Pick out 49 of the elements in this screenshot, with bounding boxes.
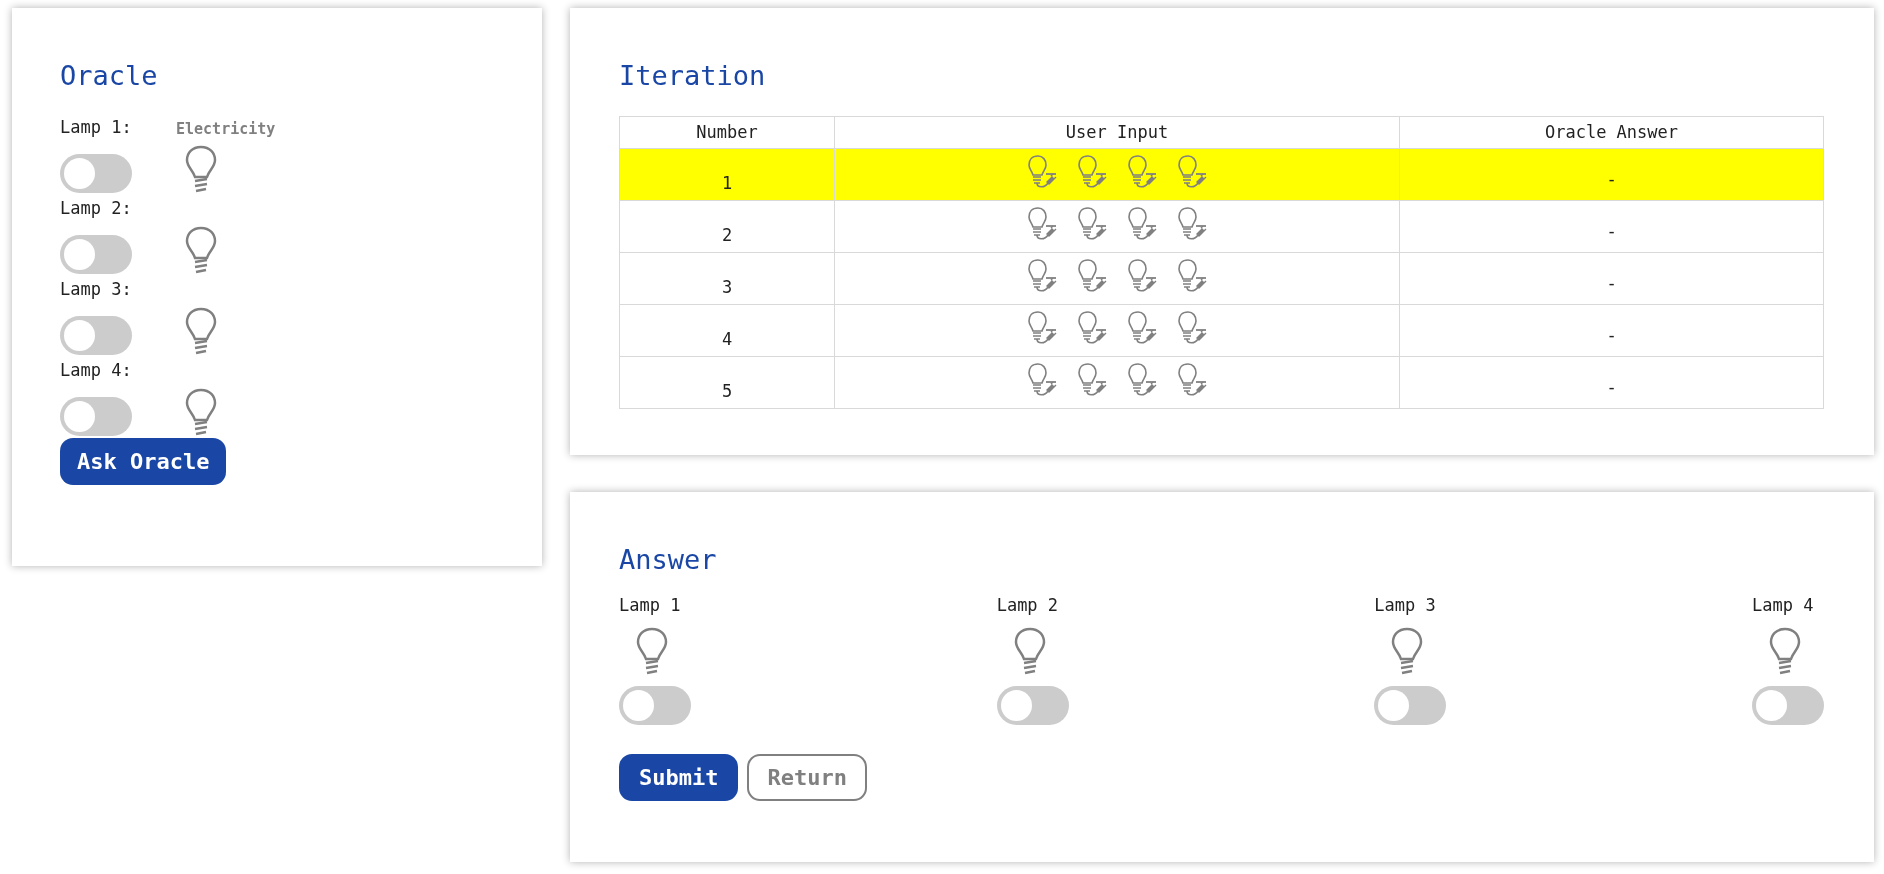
table-cell: - bbox=[1399, 356, 1824, 409]
table-row[interactable]: 3 - bbox=[619, 252, 1824, 305]
submit-button[interactable]: Submit bbox=[619, 754, 739, 801]
toggle-switch[interactable] bbox=[1751, 686, 1824, 725]
light-bulb-icon bbox=[184, 306, 218, 356]
table-cell: 2 bbox=[619, 200, 835, 253]
card-title: Answer bbox=[619, 543, 718, 577]
lamp-label: Lamp 2: bbox=[60, 196, 133, 220]
table-cell: 3 bbox=[619, 252, 835, 305]
lamp-label: Lamp 3: bbox=[60, 277, 133, 301]
toggle-switch[interactable] bbox=[60, 154, 132, 193]
light-bulb-icon bbox=[1767, 626, 1802, 676]
card-title: Iteration bbox=[619, 59, 767, 93]
light-bulb-icon bbox=[1012, 626, 1047, 676]
table-row[interactable]: 5 - bbox=[619, 356, 1824, 409]
table-row[interactable]: 4 - bbox=[619, 304, 1824, 357]
light-bulb-icon bbox=[184, 225, 218, 275]
toggle-switch[interactable] bbox=[1374, 686, 1447, 725]
table-cell: - bbox=[1399, 252, 1824, 305]
table-row[interactable]: 1 - bbox=[619, 148, 1824, 201]
lamp-label: Lamp 4: bbox=[60, 358, 133, 382]
lamp-label: Lamp 2 bbox=[996, 594, 1060, 617]
light-bulb-icon bbox=[184, 144, 218, 194]
return-button[interactable]: Return bbox=[747, 754, 867, 801]
toggle-switch[interactable] bbox=[60, 397, 132, 436]
table-cell: - bbox=[1399, 304, 1824, 357]
table-row[interactable]: 2 - bbox=[619, 200, 1824, 253]
lamp-label: Lamp 3 bbox=[1374, 594, 1437, 617]
lamp-label: Lamp 4 bbox=[1751, 594, 1815, 617]
light-bulb-icon bbox=[184, 387, 218, 437]
table-cell: 4 bbox=[619, 304, 835, 357]
column-header: Number bbox=[619, 116, 835, 149]
table-cell: - bbox=[1399, 148, 1824, 201]
table-cell: - bbox=[1399, 200, 1824, 253]
toggle-switch[interactable] bbox=[60, 316, 132, 355]
column-header: Oracle Answer bbox=[1399, 116, 1824, 149]
column-header: User Input bbox=[834, 116, 1400, 149]
lamp-label: Lamp 1: bbox=[60, 115, 133, 139]
toggle-switch[interactable] bbox=[619, 686, 691, 725]
toggle-switch[interactable] bbox=[60, 235, 132, 274]
card-title: Oracle bbox=[60, 59, 159, 93]
table-cell: 5 bbox=[619, 356, 835, 409]
table-cell: 1 bbox=[619, 148, 835, 201]
light-bulb-icon bbox=[635, 626, 669, 676]
toggle-switch[interactable] bbox=[996, 686, 1069, 725]
light-bulb-icon bbox=[1390, 626, 1425, 676]
ask-oracle-button[interactable]: Ask Oracle bbox=[60, 438, 227, 485]
lamp-label: Lamp 1 bbox=[619, 594, 682, 617]
electricity-label: Electricity bbox=[176, 118, 276, 140]
